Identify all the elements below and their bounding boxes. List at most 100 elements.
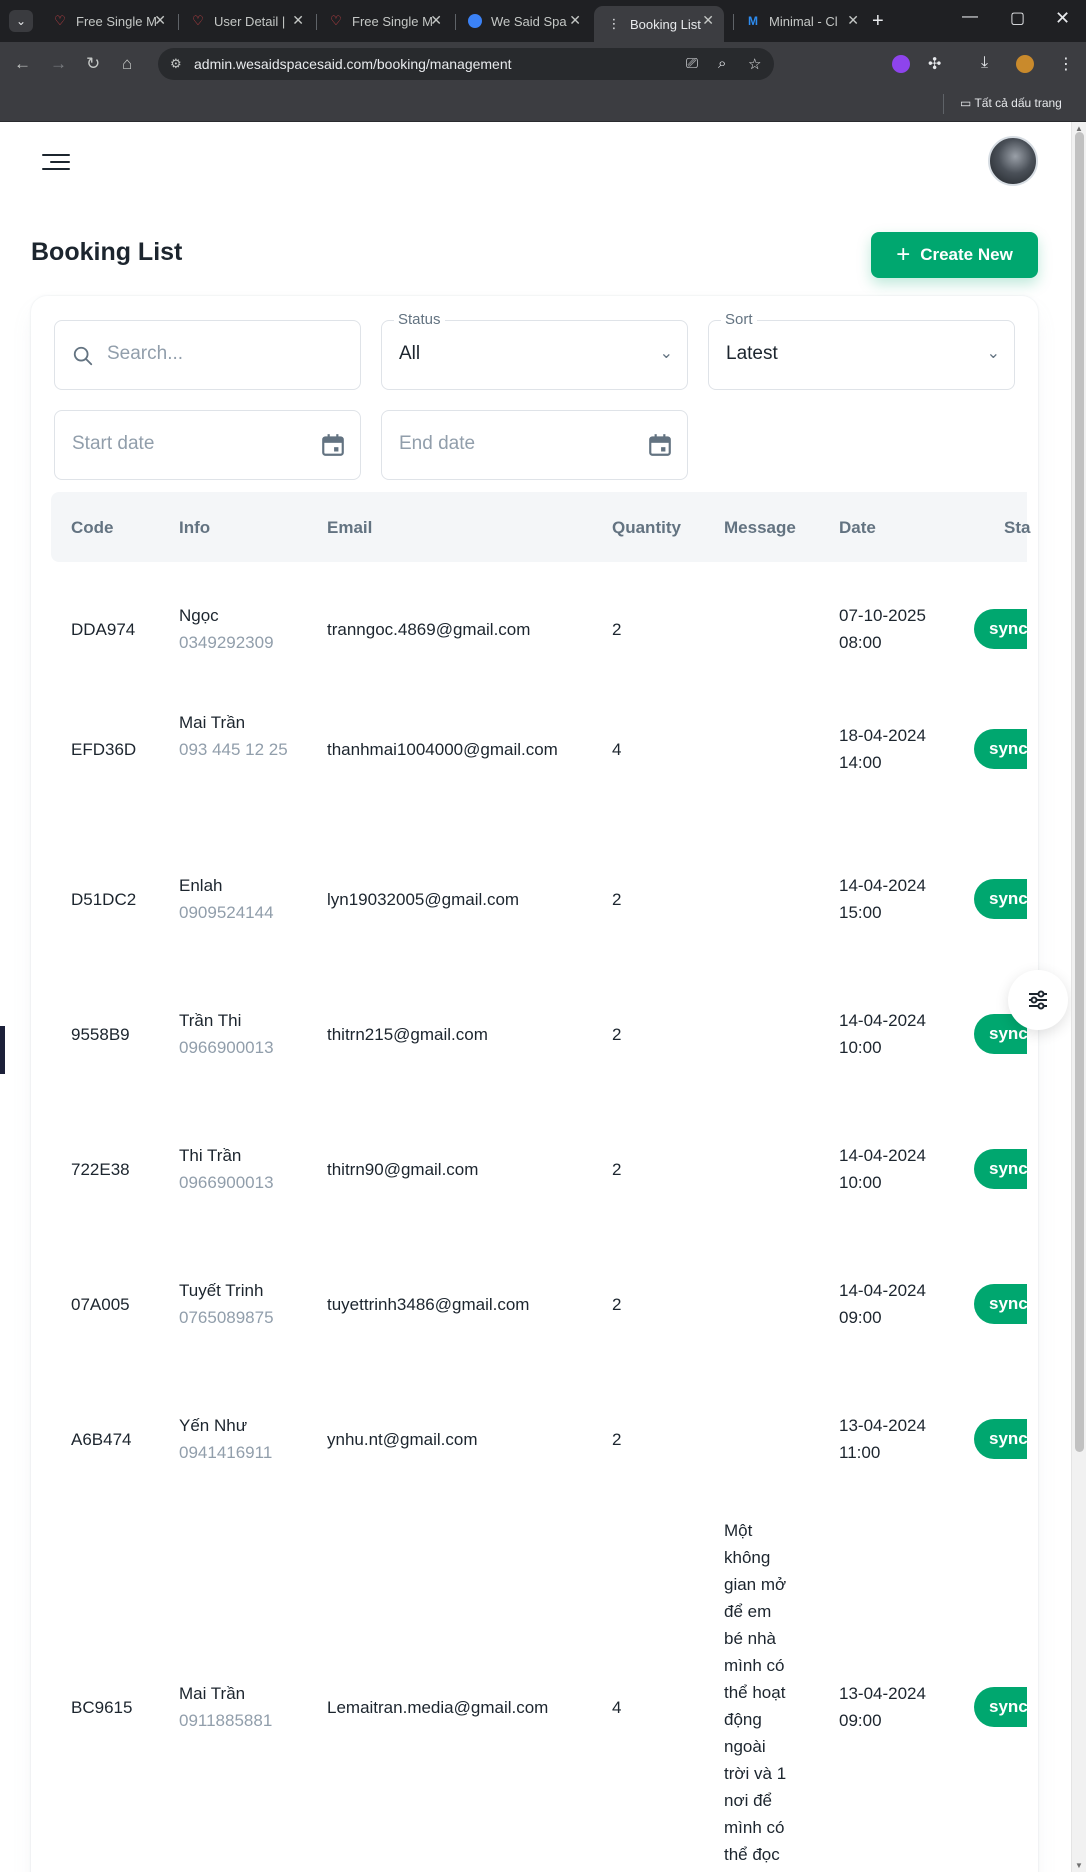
extensions-puzzle-icon[interactable]: ✣ [928,54,941,74]
guest-quantity: 2 [612,1430,622,1449]
install-app-icon[interactable]: ⎚ [686,55,698,72]
browser-tab[interactable]: ♡ Free Single M ✕ [316,6,452,36]
booking-code: A6B474 [71,1430,132,1449]
sort-select[interactable]: Sort Latest ⌄ [708,311,1015,390]
table-row[interactable]: 722E38 Thi Trần 0966900013 thitrn90@gmail.c… [0,1102,1027,1237]
page-title: Booking List [31,238,183,266]
zoom-icon[interactable]: ⌕ [718,55,726,72]
dots-icon: ⋮ [607,16,621,31]
profile-avatar-icon[interactable] [1016,55,1034,73]
all-bookmarks-label: Tất cả dấu trang [974,96,1062,110]
bookmark-star-icon[interactable]: ☆ [748,55,761,73]
close-tab-icon[interactable]: ✕ [702,12,714,29]
booking-date: 07-10-2025 [839,606,926,625]
table-row[interactable]: 07A005 Tuyết Trinh 0765089875 tuyettrinh348… [0,1237,1027,1372]
browser-tab-title: Minimal - Cl [769,13,838,29]
tab-search-button[interactable]: ⌄ [9,10,33,32]
column-header-message[interactable]: Message [724,518,796,538]
download-icon[interactable]: ⤓ [981,54,988,72]
close-window-icon[interactable]: ✕ [1055,8,1070,29]
booking-date: 14-04-2024 [839,1146,926,1165]
scroll-down-arrow-icon[interactable]: ▼ [1075,1861,1083,1870]
close-tab-icon[interactable]: ✕ [292,12,304,29]
column-header-date[interactable]: Date [839,518,876,538]
guest-quantity: 2 [612,620,622,639]
guest-name: Yến Như [179,1416,248,1435]
status-select[interactable]: Status All ⌄ [381,311,688,390]
status-badge: synced [974,1419,1027,1459]
home-icon[interactable]: ⌂ [122,54,132,74]
booking-code: 07A005 [71,1295,130,1314]
guest-quantity: 4 [612,1698,622,1717]
menu-toggle-icon[interactable] [42,154,70,174]
heart-icon: ♡ [330,13,342,28]
guest-name: Ngọc [179,606,219,625]
status-badge: synced [974,879,1027,919]
page-scrollbar[interactable]: ▲ ▼ [1071,122,1086,1872]
guest-email: tuyettrinh3486@gmail.com [327,1295,530,1314]
table-row[interactable]: A6B474 Yến Như 0941416911 ynhu.nt@gmail.com… [0,1372,1027,1507]
start-date-input[interactable]: Start date [54,410,361,480]
guest-phone: 0941416911 [179,1443,273,1462]
table-row[interactable]: DDA974 Ngọc 0349292309 tranngoc.4869@gmail.… [0,562,1027,697]
all-bookmarks-button[interactable]: ▭ Tất cả dấu trang [960,96,1062,110]
browser-tab[interactable]: ♡ User Detail | ✕ [178,6,314,36]
booking-date: 14-04-2024 [839,1011,926,1030]
booking-date: 13-04-2024 [839,1684,926,1703]
calendar-icon[interactable] [320,431,346,459]
table-row[interactable]: 9558B9 Trần Thi 0966900013 thitrn215@gmail.… [0,967,1027,1102]
settings-drawer-button[interactable] [1008,970,1068,1030]
search-input[interactable]: Search... [54,320,361,390]
forward-icon[interactable]: → [50,54,67,74]
create-new-button[interactable]: + Create New [871,232,1038,278]
end-date-input[interactable]: End date [381,410,688,480]
close-tab-icon[interactable]: ✕ [569,12,581,29]
browser-toolbar: ← → ↻ ⌂ ⚙ admin.wesaidspacesaid.com/book… [0,42,1086,86]
booking-code: EFD36D [71,740,137,759]
column-header-info[interactable]: Info [179,518,210,538]
table-row[interactable]: BC9615 Mai Trần 0911885881 Lemaitran.media@… [0,1507,1027,1872]
table-row[interactable]: EFD36D Mai Trần 093 445 12 25 thanhmai10040… [0,682,1027,817]
url-text[interactable]: admin.wesaidspacesaid.com/booking/manage… [194,56,512,72]
maximize-icon[interactable]: ▢ [1010,8,1025,28]
heart-icon: ♡ [54,13,66,28]
browser-tab-title: Free Single M [76,13,157,29]
booking-time: 09:00 [839,1711,882,1730]
bookmarks-bar: ▭ Tất cả dấu trang [0,86,1086,122]
calendar-icon[interactable] [647,431,673,459]
column-header-status[interactable]: Sta [1004,518,1030,538]
address-bar[interactable]: ⚙ admin.wesaidspacesaid.com/booking/mana… [158,48,774,80]
new-tab-button[interactable]: + [872,10,884,33]
guest-quantity: 2 [612,1025,622,1044]
browser-tab[interactable]: M Minimal - Cl ✕ [733,6,869,36]
column-header-code[interactable]: Code [71,518,114,538]
guest-phone: 093 445 12 25 [179,740,288,759]
booking-code: DDA974 [71,620,136,639]
table-row[interactable]: D51DC2 Enlah 0909524144 lyn19032005@gmail.c… [0,832,1027,967]
close-tab-icon[interactable]: ✕ [847,12,859,29]
reload-icon[interactable]: ↻ [86,54,100,74]
booking-date: 14-04-2024 [839,1281,926,1300]
back-icon[interactable]: ← [14,54,31,74]
booking-time: 14:00 [839,753,882,772]
booking-date: 14-04-2024 [839,876,926,895]
avatar[interactable] [988,136,1038,186]
extension-icon[interactable] [892,55,910,73]
scrollbar-thumb[interactable] [1075,132,1084,1452]
browser-tab[interactable]: ♡ Free Single M ✕ [40,6,176,36]
site-info-icon[interactable]: ⚙ [170,56,182,72]
sort-value: Latest [726,343,778,364]
browser-tab[interactable]: ⋮ Booking List ✕ [594,6,724,42]
folder-icon: ▭ [960,96,975,110]
browser-menu-icon[interactable]: ⋮ [1058,54,1074,74]
guest-email: tranngoc.4869@gmail.com [327,620,531,639]
booking-time: 09:00 [839,1308,882,1327]
column-header-email[interactable]: Email [327,518,372,538]
guest-phone: 0966900013 [179,1173,274,1192]
column-header-quantity[interactable]: Quantity [612,518,681,538]
booking-time: 11:00 [839,1443,881,1462]
browser-tab[interactable]: We Said Spa ✕ [455,6,591,36]
minimize-icon[interactable]: — [962,8,978,26]
close-tab-icon[interactable]: ✕ [154,12,166,29]
close-tab-icon[interactable]: ✕ [430,12,442,29]
